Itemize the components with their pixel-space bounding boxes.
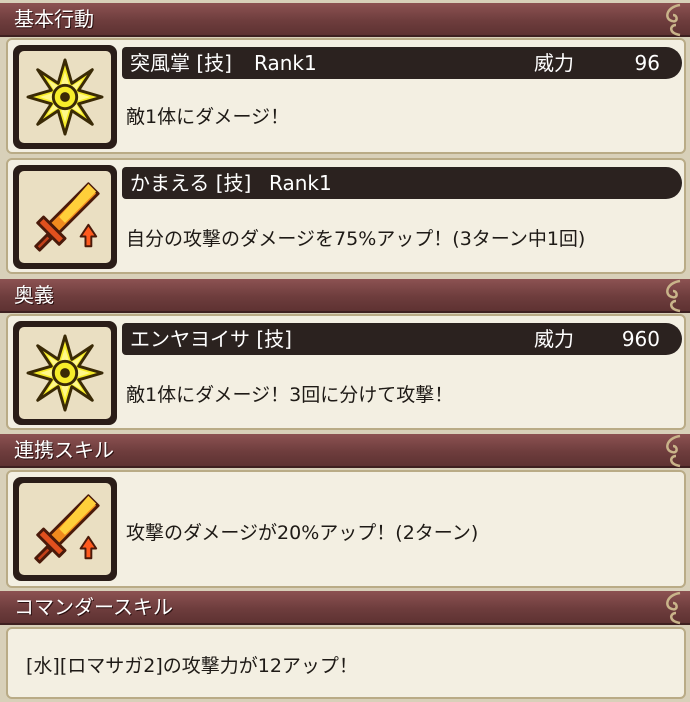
sword-attack-up-icon [26,178,104,256]
skill-card-4[interactable]: 攻撃のダメージが20%アップ！(2ターン) [6,470,686,588]
section-title: 基本行動 [14,7,94,31]
skill-title-bar: エンヤヨイサ [技] 威力 960 [122,323,682,355]
ornament-curl-icon [660,434,686,468]
skill-rank: Rank1 [269,171,332,195]
skill-description: 自分の攻撃のダメージを75%アップ！(3ターン中1回) [126,228,586,250]
skill-description: 敵1体にダメージ！3回に分けて攻撃！ [126,384,454,406]
section-header-commander: コマンダースキル [0,591,690,625]
skill-description: 敵1体にダメージ！ [126,106,290,128]
ornament-curl-icon [660,591,686,625]
skill-icon-frame [13,321,117,425]
starburst-attack-icon [26,334,104,412]
sword-attack-up-icon [26,490,104,568]
power-label: 威力 [534,327,574,351]
skill-card-2[interactable]: かまえる [技] Rank1 自分の攻撃のダメージを75%アップ！(3ターン中1… [6,158,686,274]
section-title: コマンダースキル [14,595,173,619]
section-header-ougi: 奥義 [0,279,690,313]
ornament-curl-icon [660,3,686,37]
skill-title-bar: 突風掌 [技] Rank1 威力 96 [122,47,682,79]
skill-description: 攻撃のダメージが20%アップ！(2ターン) [126,522,479,544]
skill-rank: Rank1 [254,51,317,75]
skill-name: かまえる [技] [130,171,252,195]
commander-description: [水][ロマサガ2]の攻撃力が12アップ！ [26,655,358,677]
skill-name: エンヤヨイサ [技] [130,327,292,351]
skill-name: 突風掌 [技] [130,51,232,75]
power-value: 960 [621,327,660,351]
section-header-basic: 基本行動 [0,3,690,37]
ornament-curl-icon [660,279,686,313]
section-title: 奥義 [14,283,54,307]
starburst-attack-icon [26,58,104,136]
section-header-renkei: 連携スキル [0,434,690,468]
skill-card-1[interactable]: 突風掌 [技] Rank1 威力 96 敵1体にダメージ！ [6,38,686,154]
commander-skill-card[interactable]: [水][ロマサガ2]の攻撃力が12アップ！ [6,627,686,699]
skill-icon-frame [13,45,117,149]
skill-card-3[interactable]: エンヤヨイサ [技] 威力 960 敵1体にダメージ！3回に分けて攻撃！ [6,314,686,430]
section-title: 連携スキル [14,438,114,462]
skill-icon-frame [13,165,117,269]
power-value: 96 [634,51,660,75]
power-label: 威力 [534,51,574,75]
skill-title-bar: かまえる [技] Rank1 [122,167,682,199]
skill-icon-frame [13,477,117,581]
